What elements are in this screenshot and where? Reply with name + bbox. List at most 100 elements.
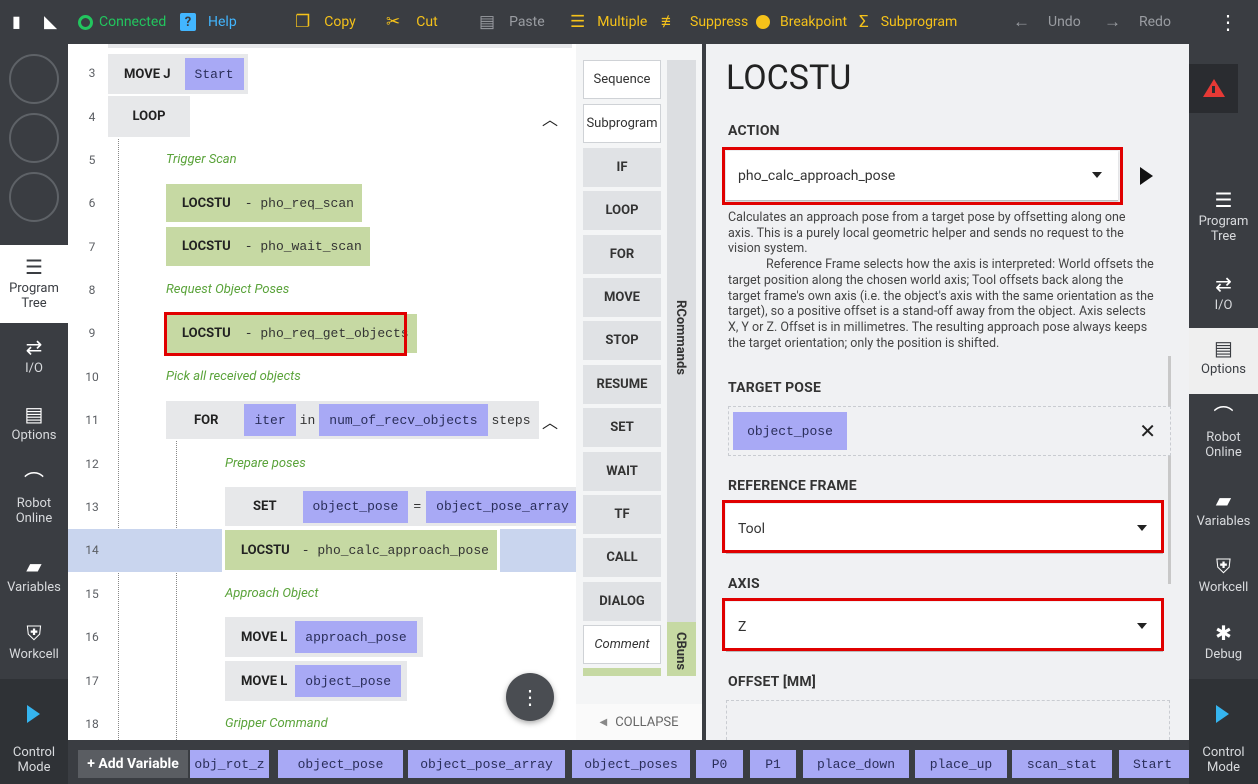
offset-input[interactable] — [726, 700, 1170, 740]
right-nav-options[interactable]: ▤ Options — [1189, 328, 1258, 394]
comment-text[interactable]: Prepare poses — [225, 456, 306, 471]
comment-text[interactable]: Gripper Command — [225, 716, 328, 731]
pin-icon[interactable]: ▮ — [12, 0, 21, 44]
program-row-for[interactable]: FOR iter in num_of_recv_objects steps — [166, 401, 539, 439]
program-row-move-j[interactable]: MOVE J Start — [108, 54, 248, 94]
top-toolbar: ▮ ◣ Connected ? Help ❐ Copy ✂ Cut ▤ Past… — [0, 0, 1258, 44]
variable-chip[interactable]: num_of_recv_objects — [319, 404, 488, 436]
variable-chip-object-pose[interactable]: object_pose — [278, 750, 403, 778]
multiple-button[interactable]: ☰ Multiple — [570, 0, 647, 44]
variable-chip[interactable]: object_pose — [302, 490, 409, 523]
copy-button[interactable]: ❐ Copy — [295, 0, 356, 44]
variable-chip-scan-stat[interactable]: scan_stat — [1012, 750, 1112, 778]
variable-chip[interactable]: object_pose — [295, 665, 402, 697]
variable-chip-object-poses[interactable]: object_poses — [572, 750, 690, 778]
palette-comment-button[interactable]: Comment — [583, 625, 661, 664]
program-row-locstu[interactable]: LOCSTU - pho_req_scan — [166, 184, 362, 222]
palette-sequence-button[interactable]: Sequence — [583, 60, 661, 99]
comment-text[interactable]: Approach Object — [225, 586, 319, 601]
variable-chip-p0[interactable]: P0 — [696, 750, 743, 778]
program-row-locstu-selected[interactable]: LOCSTU - pho_calc_approach_pose — [222, 527, 500, 573]
warning-button[interactable] — [1189, 64, 1238, 113]
right-nav-debug[interactable]: ✱ Debug — [1189, 623, 1258, 668]
comment-text[interactable]: Trigger Scan — [166, 152, 237, 167]
command-label: FOR — [194, 412, 219, 428]
run-action-play-icon[interactable] — [1140, 167, 1153, 185]
nav-program-tree[interactable]: ☰ Program Tree — [0, 245, 68, 323]
connected-icon — [78, 14, 93, 30]
right-nav-program-tree[interactable]: ☰ Program Tree — [1189, 190, 1258, 252]
undo-button[interactable]: ← Undo — [1013, 0, 1081, 44]
cut-button[interactable]: ✂ Cut — [386, 0, 438, 44]
palette-if-button[interactable]: IF — [583, 148, 661, 187]
no-signal-icon[interactable]: ◣ — [44, 0, 57, 44]
nav-io[interactable]: ⇄ I/O — [0, 337, 68, 389]
collapse-for-chevron-up-icon[interactable]: ︿ — [542, 409, 558, 433]
palette-for-button[interactable]: FOR — [583, 235, 661, 274]
control-mode-button[interactable]: Control Mode — [0, 679, 68, 784]
variable-chip-start[interactable]: Start — [1119, 750, 1189, 778]
suppress-button[interactable]: ≢ Suppress — [661, 0, 748, 44]
variable-chip[interactable]: approach_pose — [295, 621, 417, 653]
program-row-loop[interactable]: LOOP — [108, 96, 190, 137]
variable-chip[interactable]: iter — [244, 404, 296, 436]
breakpoint-button[interactable]: Breakpoint — [756, 0, 847, 44]
variable-chip-obj-rot-z[interactable]: obj_rot_z — [190, 750, 269, 778]
right-nav-io[interactable]: ⇄ I/O — [1189, 274, 1258, 319]
description-paragraph: Calculates an approach pose from a targe… — [728, 210, 1126, 257]
palette-resume-button[interactable]: RESUME — [583, 365, 661, 404]
options-title: LOCSTU — [726, 58, 852, 98]
robot-arm-icon: ⌒ — [1213, 404, 1234, 428]
comment-text[interactable]: Pick all received objects — [166, 369, 301, 384]
right-nav-variables[interactable]: ▰ Variables — [1189, 490, 1258, 535]
more-actions-fab[interactable]: ⋮ — [506, 673, 554, 721]
variable-chip-place-down[interactable]: place_down — [803, 750, 909, 778]
more-menu-icon[interactable]: ⋮ — [1218, 0, 1238, 44]
palette-set-button[interactable]: SET — [583, 408, 661, 447]
variable-chip[interactable]: Start — [184, 58, 244, 90]
command-label: MOVE L — [241, 673, 288, 689]
clear-close-icon[interactable]: ✕ — [1139, 419, 1156, 443]
target-pose-slot[interactable]: object_pose ✕ — [728, 406, 1171, 456]
command-label: LOOP — [132, 109, 166, 124]
palette-stop-button[interactable]: STOP — [583, 321, 661, 360]
help-button[interactable]: ? Help — [180, 0, 237, 44]
palette-loop-button[interactable]: LOOP — [583, 191, 661, 230]
right-nav-workcell[interactable]: ⛨ Workcell — [1189, 556, 1258, 601]
tab-cbuns[interactable]: CBuns — [667, 622, 696, 676]
redo-button[interactable]: → Redo — [1104, 0, 1171, 44]
action-label: ACTION — [728, 123, 780, 139]
palette-dialog-button[interactable]: DIALOG — [583, 582, 661, 621]
right-nav-robot-online[interactable]: ⌒ Robot Online — [1189, 406, 1258, 468]
options-scrollbar[interactable] — [1168, 356, 1171, 584]
right-control-mode-button[interactable]: Control Mode — [1189, 679, 1258, 784]
collapse-palette-button[interactable]: ◀ COLLAPSE — [576, 704, 702, 740]
program-row-move-l[interactable]: MOVE L object_pose — [225, 661, 408, 701]
add-variable-button[interactable]: + Add Variable — [78, 750, 188, 778]
nav-variables[interactable]: ▰ Variables — [0, 556, 68, 608]
palette-move-button[interactable]: MOVE — [583, 278, 661, 317]
variable-chip-p1[interactable]: P1 — [750, 750, 796, 778]
program-row-set[interactable]: SET object_pose = object_pose_array [ — [225, 487, 576, 526]
palette-call-button[interactable]: CALL — [583, 538, 661, 577]
comment-text[interactable]: Request Object Poses — [166, 282, 289, 297]
palette-wait-button[interactable]: WAIT — [583, 452, 661, 491]
palette-subprogram-button[interactable]: Subprogram — [583, 104, 661, 143]
program-row-locstu[interactable]: LOCSTU - pho_wait_scan — [166, 227, 370, 266]
nav-options[interactable]: ▤ Options — [0, 404, 68, 456]
nav-robot-online[interactable]: ⌒ Robot Online — [0, 472, 68, 536]
variable-chip-place-up[interactable]: place_up — [915, 750, 1007, 778]
nav-workcell[interactable]: ⛨ Workcell — [0, 623, 68, 675]
paste-button[interactable]: ▤ Paste — [479, 0, 545, 44]
target-pose-variable-chip[interactable]: object_pose — [733, 412, 847, 450]
tab-rcommands[interactable]: RCommands — [667, 60, 696, 624]
subprogram-button[interactable]: Σ Subprogram — [859, 0, 957, 44]
line-number: 8 — [88, 283, 96, 297]
left-nav-rail: ☰ Program Tree ⇄ I/O ▤ Options ⌒ Robot O… — [0, 44, 68, 784]
variable-chip-object-pose-array[interactable]: object_pose_array — [408, 750, 565, 778]
shield-icon: ⛨ — [26, 621, 42, 645]
collapse-loop-chevron-up-icon[interactable]: ︿ — [542, 106, 558, 130]
variable-chip[interactable]: object_pose_array — [426, 490, 576, 523]
program-row-move-l[interactable]: MOVE L approach_pose — [225, 617, 423, 657]
palette-tf-button[interactable]: TF — [583, 495, 661, 534]
